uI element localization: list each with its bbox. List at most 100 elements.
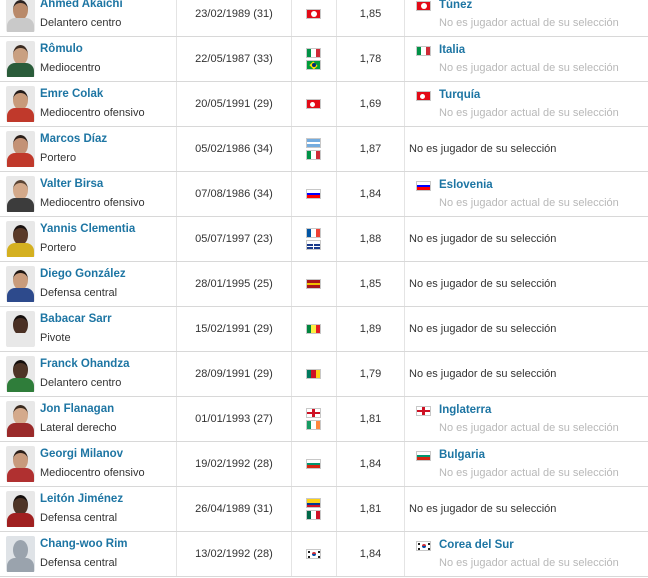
player-row[interactable]: Georgi Milanov Mediocentro ofensivo 19/02/… — [0, 442, 648, 487]
player-cell: Emre Colak Mediocentro ofensivo — [0, 82, 177, 126]
player-height: 1,88 — [337, 217, 405, 261]
player-row[interactable]: Franck Ohandza Delantero centro 28/09/1991… — [0, 352, 648, 397]
player-photo[interactable] — [6, 446, 35, 482]
player-photo-body — [7, 378, 34, 392]
birth-date: 05/02/1986 (34) — [177, 127, 292, 171]
player-photo-head — [13, 0, 28, 20]
player-position: Portero — [40, 242, 77, 254]
nationality-flags — [292, 307, 337, 351]
flag-si-icon — [306, 189, 321, 199]
player-name-link[interactable]: Diego González — [40, 268, 126, 280]
player-photo[interactable] — [6, 86, 35, 122]
player-photo-head — [13, 45, 28, 65]
player-name-link[interactable]: Emre Colak — [40, 88, 103, 100]
nationality-flags — [292, 532, 337, 576]
player-photo[interactable] — [6, 311, 35, 347]
flag-co-icon — [306, 498, 321, 508]
player-position: Delantero centro — [40, 377, 122, 389]
birth-date: 26/04/1989 (31) — [177, 487, 292, 531]
national-team-link[interactable]: Inglaterra — [439, 404, 491, 416]
player-cell: Babacar Sarr Pivote — [0, 307, 177, 351]
national-team-link[interactable]: Corea del Sur — [439, 539, 514, 551]
player-photo[interactable] — [6, 401, 35, 437]
national-team-status: No es jugador de su selección — [409, 368, 557, 380]
player-name-link[interactable]: Franck Ohandza — [40, 358, 129, 370]
nationality-flags — [292, 127, 337, 171]
national-team-note: No es jugador actual de su selección — [439, 17, 619, 29]
nationality-flags — [292, 487, 337, 531]
player-photo-body — [7, 468, 34, 482]
player-name-link[interactable]: Yannis Clementia — [40, 223, 135, 235]
player-photo[interactable] — [6, 356, 35, 392]
player-row[interactable]: Rômulo Mediocentro 22/05/1987 (33) 1,78 Ital… — [0, 37, 648, 82]
player-position: Delantero centro — [40, 17, 122, 29]
player-photo[interactable] — [6, 221, 35, 257]
player-row[interactable]: Diego González Defensa central 28/01/1995 … — [0, 262, 648, 307]
player-photo-body — [7, 243, 34, 257]
flag-bg-icon — [306, 459, 321, 469]
player-photo[interactable] — [6, 491, 35, 527]
national-team-link[interactable]: Túnez — [439, 0, 472, 11]
flag-sn-icon — [306, 324, 321, 334]
player-photo-body — [7, 153, 34, 167]
player-photo[interactable] — [6, 176, 35, 212]
flag-it-icon — [306, 150, 321, 160]
player-photo[interactable] — [6, 131, 35, 167]
birth-date: 15/02/1991 (29) — [177, 307, 292, 351]
player-photo-head — [13, 450, 28, 470]
birth-date: 20/05/1991 (29) — [177, 82, 292, 126]
national-team-cell: Túnez No es jugador actual de su selecció… — [405, 0, 648, 36]
player-photo[interactable] — [6, 41, 35, 77]
player-row[interactable]: Marcos Díaz Portero 05/02/1986 (34) 1,87 No … — [0, 127, 648, 172]
player-row[interactable]: Valter Birsa Mediocentro ofensivo 07/08/19… — [0, 172, 648, 217]
player-cell: Jon Flanagan Lateral derecho — [0, 397, 177, 441]
player-height: 1,81 — [337, 397, 405, 441]
flag-bg-icon — [416, 451, 431, 461]
player-name-link[interactable]: Rômulo — [40, 43, 83, 55]
flag-mx-icon — [306, 510, 321, 520]
player-row[interactable]: Babacar Sarr Pivote 15/02/1991 (29) 1,89 No … — [0, 307, 648, 352]
player-photo[interactable] — [6, 0, 35, 32]
flag-tr-icon — [306, 99, 321, 109]
player-row[interactable]: Jon Flanagan Lateral derecho 01/01/1993 (2… — [0, 397, 648, 442]
player-photo-head — [13, 135, 28, 155]
player-name-link[interactable]: Marcos Díaz — [40, 133, 107, 145]
player-photo-head — [13, 270, 28, 290]
nationality-flags — [292, 352, 337, 396]
player-height: 1,89 — [337, 307, 405, 351]
player-name-link[interactable]: Georgi Milanov — [40, 448, 123, 460]
player-height: 1,85 — [337, 0, 405, 36]
national-team-note: No es jugador actual de su selección — [439, 467, 619, 479]
national-team-link[interactable]: Bulgaria — [439, 449, 485, 461]
national-team-status: No es jugador de su selección — [409, 278, 557, 290]
player-photo-body — [7, 18, 34, 32]
player-photo-body — [7, 198, 34, 212]
player-name-link[interactable]: Jon Flanagan — [40, 403, 114, 415]
national-team-link[interactable]: Turquía — [439, 89, 480, 101]
player-position: Pivote — [40, 332, 71, 344]
birth-date: 19/02/1992 (28) — [177, 442, 292, 486]
player-position: Mediocentro ofensivo — [40, 467, 145, 479]
national-team-cell: No es jugador de su selección — [405, 352, 648, 396]
flag-kr-icon — [416, 541, 431, 551]
player-row[interactable]: Chang-woo Rim Defensa central 13/02/1992 (… — [0, 532, 648, 577]
player-row[interactable]: Leitón Jiménez Defensa central 26/04/1989 … — [0, 487, 648, 532]
player-name-link[interactable]: Babacar Sarr — [40, 313, 112, 325]
player-row[interactable]: Ahmed Akaichi Delantero centro 23/02/1989 … — [0, 0, 648, 37]
player-name-link[interactable]: Leitón Jiménez — [40, 493, 123, 505]
player-name-link[interactable]: Ahmed Akaichi — [40, 0, 123, 10]
player-row[interactable]: Yannis Clementia Portero 05/07/1997 (23) 1,… — [0, 217, 648, 262]
player-photo[interactable] — [6, 536, 35, 572]
flag-tn-icon — [306, 9, 321, 19]
player-row[interactable]: Emre Colak Mediocentro ofensivo 20/05/1991… — [0, 82, 648, 127]
nationality-flags — [292, 172, 337, 216]
player-name-link[interactable]: Chang-woo Rim — [40, 538, 128, 550]
squad-table: Ahmed Akaichi Delantero centro 23/02/1989 … — [0, 0, 648, 578]
player-photo[interactable] — [6, 266, 35, 302]
national-team-link[interactable]: Italia — [439, 44, 465, 56]
player-name-link[interactable]: Valter Birsa — [40, 178, 103, 190]
player-cell: Yannis Clementia Portero — [0, 217, 177, 261]
national-team-link[interactable]: Eslovenia — [439, 179, 493, 191]
national-team-cell: Bulgaria No es jugador actual de su selec… — [405, 442, 648, 486]
player-photo-body — [7, 63, 34, 77]
